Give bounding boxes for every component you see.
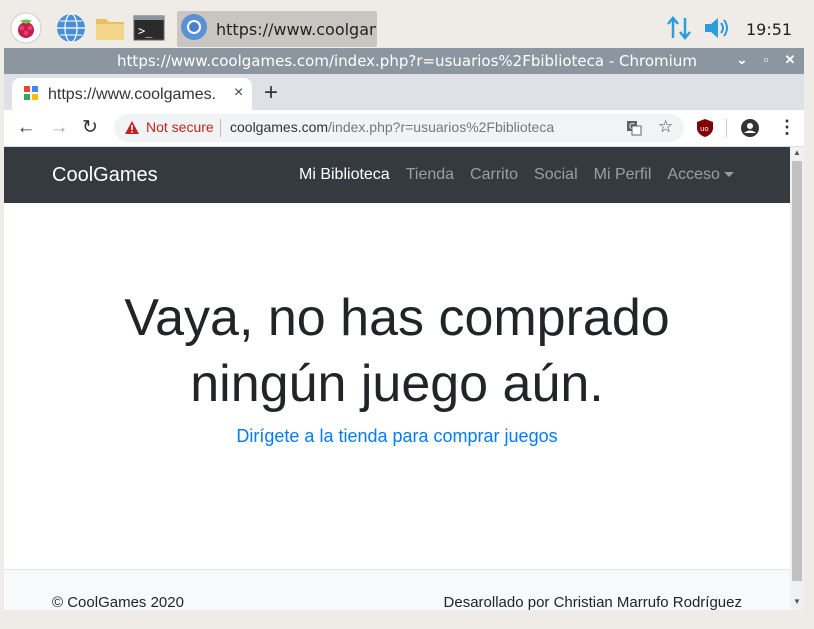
empty-library-heading: Vaya, no has comprado ningún juego aún. [4, 285, 790, 417]
url-path: /index.php?r=usuarios%2Fbiblioteca [328, 119, 555, 135]
page-scrollbar[interactable]: ▲ ▼ [790, 147, 804, 610]
raspberry-menu-icon[interactable] [10, 12, 42, 44]
page-viewport: CoolGames Mi Biblioteca Tienda Carrito S… [4, 147, 790, 610]
toolbar-separator [726, 119, 727, 137]
terminal-icon[interactable]: >_ [133, 12, 165, 44]
network-arrows-icon[interactable] [665, 14, 697, 46]
back-icon[interactable]: ← [15, 117, 37, 139]
chromium-icon [180, 13, 208, 46]
minimize-icon[interactable]: ⌄ [734, 52, 750, 68]
scroll-up-icon[interactable]: ▲ [793, 148, 801, 157]
close-icon[interactable]: ✕ [782, 52, 798, 68]
warning-icon [124, 120, 140, 140]
site-nav-links: Mi Biblioteca Tienda Carrito Social Mi P… [299, 166, 734, 184]
tab-label: https://www.coolgames.com/index.php?r=us… [48, 86, 216, 103]
taskbar: >_ https://www.coolgam... 19:51 [0, 0, 814, 48]
nav-tienda[interactable]: Tienda [406, 166, 454, 184]
reload-icon[interactable]: ↻ [79, 117, 101, 139]
browser-tab[interactable]: https://www.coolgames.com/index.php?r=us… [12, 78, 252, 110]
site-footer: © CoolGames 2020 Desarollado por Christi… [4, 569, 790, 610]
menu-kebab-icon[interactable]: ⋮ [778, 117, 796, 138]
site-brand[interactable]: CoolGames [52, 164, 158, 187]
browser-toolbar: ← → ↻ Not secure coolgames.com/index.php… [4, 110, 804, 147]
nav-mi-perfil[interactable]: Mi Perfil [594, 166, 652, 184]
window-title: https://www.coolgames.com/index.php?r=us… [117, 52, 697, 70]
scrollbar-thumb[interactable] [792, 161, 802, 581]
ublock-icon[interactable]: uo [696, 118, 714, 143]
scroll-down-icon[interactable]: ▼ [793, 597, 801, 606]
tab-strip: https://www.coolgames.com/index.php?r=us… [4, 74, 804, 110]
not-secure-label[interactable]: Not secure [146, 119, 214, 135]
address-bar[interactable]: Not secure coolgames.com/index.php?r=usu… [114, 114, 684, 142]
site-navbar: CoolGames Mi Biblioteca Tienda Carrito S… [4, 147, 790, 203]
nav-social[interactable]: Social [534, 166, 578, 184]
address-url[interactable]: coolgames.com/index.php?r=usuarios%2Fbib… [230, 119, 554, 135]
favicon-icon [24, 86, 38, 105]
url-domain: coolgames.com [230, 119, 329, 135]
nav-mi-biblioteca[interactable]: Mi Biblioteca [299, 166, 390, 184]
taskbar-window-label: https://www.coolgam... [216, 19, 376, 39]
folder-icon[interactable] [94, 12, 126, 44]
heading-line-2: ningún juego aún. [190, 355, 604, 413]
window-titlebar[interactable]: https://www.coolgames.com/index.php?r=us… [4, 48, 804, 74]
nav-acceso-label: Acceso [667, 166, 720, 183]
tab-close-icon[interactable]: × [234, 84, 243, 102]
address-separator [220, 119, 221, 137]
globe-icon[interactable] [55, 12, 87, 44]
profile-icon[interactable] [740, 118, 760, 143]
footer-copyright: © CoolGames 2020 [52, 594, 184, 610]
volume-icon[interactable] [702, 14, 734, 46]
clock[interactable]: 19:51 [746, 20, 792, 39]
svg-text:>_: >_ [138, 24, 153, 38]
translate-icon[interactable]: G [626, 120, 642, 141]
store-link[interactable]: Dirígete a la tienda para comprar juegos [4, 426, 790, 447]
heading-line-1: Vaya, no has comprado [124, 289, 670, 347]
taskbar-window-chromium[interactable]: https://www.coolgam... [177, 11, 377, 47]
forward-icon[interactable]: → [48, 117, 70, 139]
nav-carrito[interactable]: Carrito [470, 166, 518, 184]
caret-down-icon [723, 172, 734, 178]
new-tab-button[interactable]: + [264, 79, 278, 107]
maximize-icon[interactable]: ▫ [758, 52, 774, 68]
bookmark-star-icon[interactable]: ☆ [658, 117, 673, 137]
footer-developer: Desarollado por Christian Marrufo Rodríg… [443, 594, 742, 610]
nav-acceso-dropdown[interactable]: Acceso [667, 166, 734, 184]
svg-text:uo: uo [700, 125, 709, 133]
